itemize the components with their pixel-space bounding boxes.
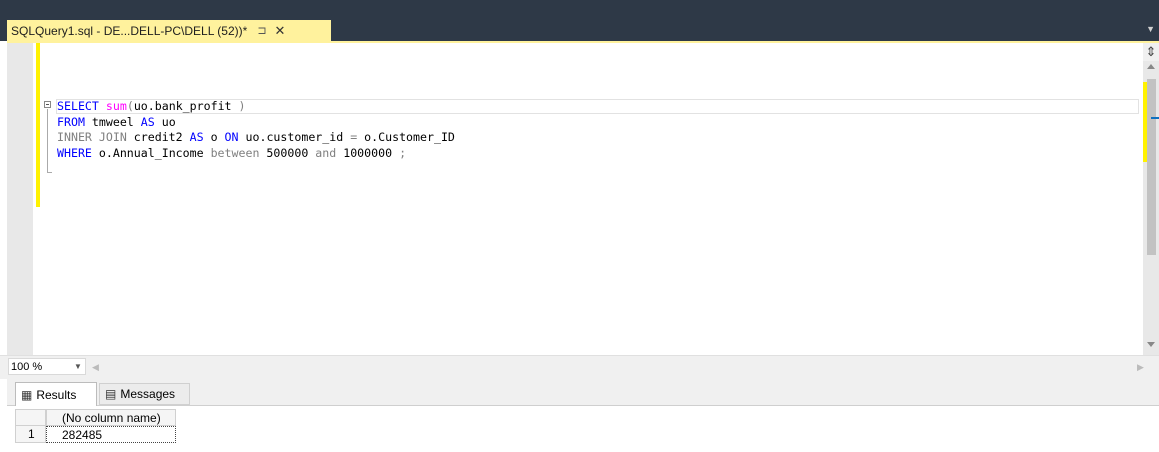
scrollbar-thumb[interactable] xyxy=(1147,79,1156,255)
grid-icon: ▦ xyxy=(21,387,33,402)
outline-guide-end xyxy=(47,172,52,173)
row-number-label: 1 xyxy=(28,427,35,441)
code-token: FROM xyxy=(57,114,92,129)
tab-messages-label: Messages xyxy=(120,387,176,401)
code-token: INNER JOIN xyxy=(57,130,134,144)
code-token: ) xyxy=(238,99,246,113)
cell-value: 282485 xyxy=(62,427,103,442)
code-line[interactable]: INNER JOIN credit2 AS o ON uo.customer_i… xyxy=(57,130,455,146)
code-token: 1000000 xyxy=(343,145,400,160)
collapse-outline-icon[interactable] xyxy=(44,101,51,108)
grid-column-header[interactable]: (No column name) xyxy=(46,409,176,426)
tab-list-dropdown-icon[interactable]: ▼ xyxy=(1146,24,1155,34)
document-tab[interactable]: SQLQuery1.sql - DE...DELL-PC\DELL (52))*… xyxy=(7,20,331,41)
messages-icon: ▤ xyxy=(105,387,117,401)
chevron-down-icon[interactable]: ▼ xyxy=(74,362,82,371)
code-token: ; xyxy=(399,145,407,160)
sql-code[interactable]: SELECT sum(uo.bank_profit ) FROM tmweel A… xyxy=(57,99,455,161)
code-token: o.Customer_ID xyxy=(364,130,455,144)
scroll-up-icon[interactable] xyxy=(1147,64,1155,69)
query-editor[interactable] xyxy=(7,43,1143,355)
code-token: o.Annual_Income xyxy=(98,145,211,160)
pin-icon[interactable]: ⊐ xyxy=(257,24,266,37)
tab-results[interactable]: ▦ Results xyxy=(15,382,97,406)
close-icon[interactable]: ✕ xyxy=(275,24,286,37)
code-token: uo.customer_id xyxy=(245,130,351,144)
scroll-right-icon[interactable]: ▶ xyxy=(1137,362,1144,373)
zoom-bar xyxy=(0,355,1159,379)
scroll-down-icon[interactable] xyxy=(1147,342,1155,347)
code-token: and xyxy=(315,145,344,160)
code-token: AS xyxy=(140,114,162,129)
code-line[interactable]: FROM tmweel AS uo xyxy=(57,115,455,131)
scroll-left-icon[interactable]: ◀ xyxy=(92,362,99,373)
code-token: tmweel xyxy=(91,114,141,129)
code-token: = xyxy=(350,130,365,144)
caret-position-marker xyxy=(1151,117,1159,119)
code-token: uo xyxy=(161,114,176,129)
grid-row-number[interactable]: 1 xyxy=(15,426,46,443)
results-grid xyxy=(7,406,1159,452)
code-token: credit2 xyxy=(133,130,190,144)
code-token: uo.bank_profit xyxy=(133,99,239,113)
code-token: AS xyxy=(189,130,211,144)
tab-results-label: Results xyxy=(36,387,77,402)
tab-messages[interactable]: ▤ Messages xyxy=(99,383,190,405)
code-line[interactable]: WHERE o.Annual_Income between 500000 and… xyxy=(57,146,455,162)
code-token: sum xyxy=(105,99,127,113)
indicator-margin xyxy=(7,43,33,355)
grid-corner[interactable] xyxy=(15,409,46,426)
code-line[interactable]: SELECT sum(uo.bank_profit ) xyxy=(57,99,455,115)
grid-cell[interactable]: 282485 xyxy=(46,426,176,443)
split-window-icon[interactable]: ⇕ xyxy=(1143,43,1159,61)
code-token: between xyxy=(210,145,267,160)
outline-guide-line xyxy=(47,109,48,173)
code-token: SELECT xyxy=(57,99,106,113)
code-token: WHERE xyxy=(57,145,99,160)
code-token: ( xyxy=(126,99,134,113)
zoom-value: 100 % xyxy=(11,360,43,373)
code-token: ON xyxy=(224,130,246,144)
document-tab-title: SQLQuery1.sql - DE...DELL-PC\DELL (52))* xyxy=(11,23,248,38)
code-token: o xyxy=(210,130,225,144)
change-tracking-bar xyxy=(36,43,40,207)
code-token: 500000 xyxy=(266,145,316,160)
column-header-label: (No column name) xyxy=(62,410,161,425)
